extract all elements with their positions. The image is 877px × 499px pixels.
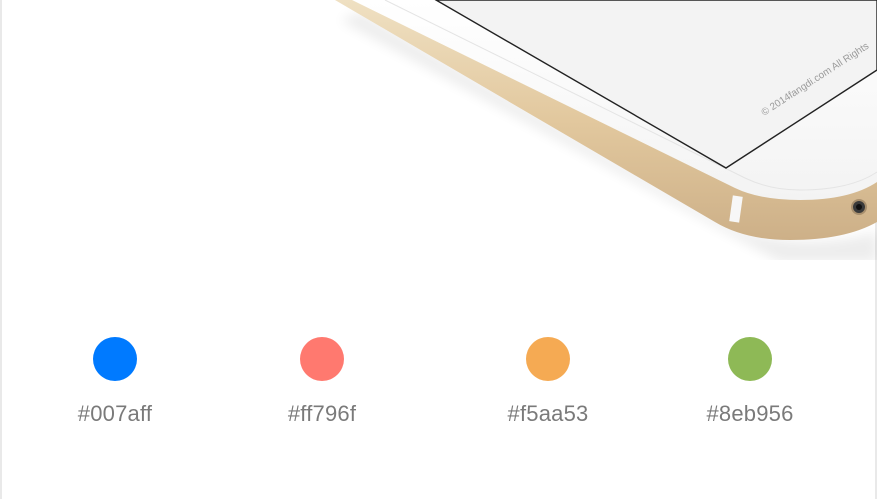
color-dot bbox=[300, 337, 344, 381]
swatch-green: #8eb956 bbox=[690, 337, 810, 427]
color-dot bbox=[93, 337, 137, 381]
swatch-blue: #007aff bbox=[55, 337, 175, 427]
color-hex-label: #ff796f bbox=[287, 401, 357, 426]
color-dot bbox=[526, 337, 570, 381]
color-dot bbox=[728, 337, 772, 381]
swatch-coral: #ff796f bbox=[262, 337, 382, 427]
color-hex-label: #8eb956 bbox=[706, 401, 794, 426]
page: © 2014fangdi.com All Rights #007aff #ff7… bbox=[0, 0, 877, 499]
iphone-corner-image: © 2014fangdi.com All Rights bbox=[335, 0, 877, 260]
color-hex-label: #f5aa53 bbox=[507, 401, 589, 426]
swatch-orange: #f5aa53 bbox=[488, 337, 608, 427]
color-hex-label: #007aff bbox=[77, 401, 153, 426]
